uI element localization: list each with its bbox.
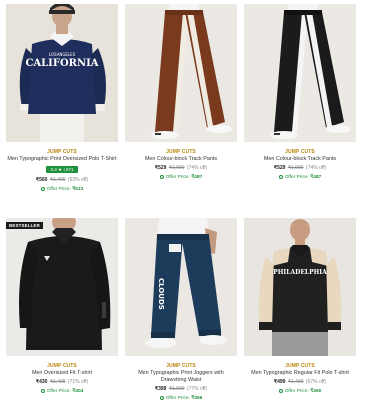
rating-badge: 3.3 ★ | 671 (46, 166, 78, 173)
mrp: ₹1,499 (287, 379, 304, 385)
offer-tag-icon (159, 174, 164, 179)
discount: (74% off) (186, 165, 208, 171)
offer-price-line: Offer Price: ₹513 (6, 186, 118, 193)
bestseller-badge: BESTSELLER (6, 222, 44, 229)
offer-label: Offer Price: (46, 187, 71, 192)
price-line: ₹529 ₹1,999 (74% off) (244, 165, 356, 172)
offer-tag-icon (40, 388, 45, 393)
discount: (74% off) (305, 165, 327, 171)
offer-price: ₹359 (191, 396, 203, 401)
product-image[interactable] (125, 4, 237, 142)
product-title[interactable]: Men Typographic Regular Fit Polo T-shirt (244, 370, 356, 377)
brand-name: JUMP CUTS (166, 363, 196, 369)
sweatshirt-small-print: LOSANGELES (49, 52, 76, 57)
offer-label: Offer Price: (165, 175, 190, 180)
offer-label: Offer Price: (46, 389, 71, 394)
offer-price-line: Offer Price: ₹404 (6, 388, 118, 395)
product-title[interactable]: Men Colour-block Track Pants (125, 156, 237, 163)
product-title[interactable]: Men Colour-block Track Pants (244, 156, 356, 163)
offer-label: Offer Price: (165, 396, 190, 401)
price: ₹430 (35, 379, 48, 385)
offer-price: ₹404 (72, 389, 84, 394)
product-title[interactable]: Men Typographic Print Joggers with Draws… (131, 370, 231, 384)
price-line: ₹399 ₹1,999 (77% off) (125, 386, 237, 393)
offer-price: ₹450 (310, 389, 322, 394)
offer-price: ₹513 (72, 187, 84, 192)
offer-tag-icon (278, 174, 283, 179)
mrp: ₹1,999 (287, 165, 304, 171)
polo-chest-print: PHILADELPHIA (273, 269, 327, 276)
offer-price: ₹487 (310, 175, 322, 180)
offer-tag-icon (159, 395, 164, 400)
price: ₹399 (154, 386, 167, 392)
price: ₹529 (273, 165, 286, 171)
offer-label: Offer Price: (284, 175, 309, 180)
offer-tag-icon (40, 186, 45, 191)
price-line: ₹560 ₹1,499 (63% off) (6, 177, 118, 184)
product-image[interactable]: CLOUDS (125, 218, 237, 356)
product-title[interactable]: Men Typographic Print Oversized Polo T-S… (6, 156, 118, 163)
offer-label: Offer Price: (284, 389, 309, 394)
offer-price-line: Offer Price: ₹487 (244, 174, 356, 181)
price-line: ₹499 ₹1,499 (67% off) (244, 379, 356, 386)
offer-price-line: Offer Price: ₹487 (125, 174, 237, 181)
brand-name: JUMP CUTS (47, 149, 77, 155)
offer-price-line: Offer Price: ₹359 (125, 395, 237, 402)
discount: (77% off) (186, 386, 208, 392)
price-line: ₹430 ₹1,499 (71% off) (6, 379, 118, 386)
mrp: ₹1,499 (49, 379, 66, 385)
price-line: ₹529 ₹1,999 (74% off) (125, 165, 237, 172)
discount: (63% off) (67, 177, 89, 183)
offer-price: ₹487 (191, 175, 203, 180)
mrp: ₹1,999 (168, 386, 185, 392)
mrp: ₹1,499 (49, 177, 66, 183)
product-title[interactable]: Men Oversized Fit T-shirt (6, 370, 118, 377)
joggers-leg-print: CLOUDS (157, 278, 165, 310)
brand-name: JUMP CUTS (47, 363, 77, 369)
mrp: ₹1,999 (168, 165, 185, 171)
discount: (67% off) (305, 379, 327, 385)
brand-name: JUMP CUTS (285, 363, 315, 369)
price: ₹529 (154, 165, 167, 171)
price: ₹499 (273, 379, 286, 385)
product-image[interactable] (6, 218, 118, 356)
offer-tag-icon (278, 388, 283, 393)
brand-name: JUMP CUTS (166, 149, 196, 155)
product-image[interactable]: PHILADELPHIA (244, 218, 356, 356)
product-image[interactable]: LOSANGELES CALIFORNIA (6, 4, 118, 142)
product-image[interactable] (244, 4, 356, 142)
brand-name: JUMP CUTS (285, 149, 315, 155)
price: ₹560 (35, 177, 48, 183)
discount: (71% off) (67, 379, 89, 385)
sweatshirt-main-print: CALIFORNIA (25, 58, 98, 69)
offer-price-line: Offer Price: ₹450 (244, 388, 356, 395)
